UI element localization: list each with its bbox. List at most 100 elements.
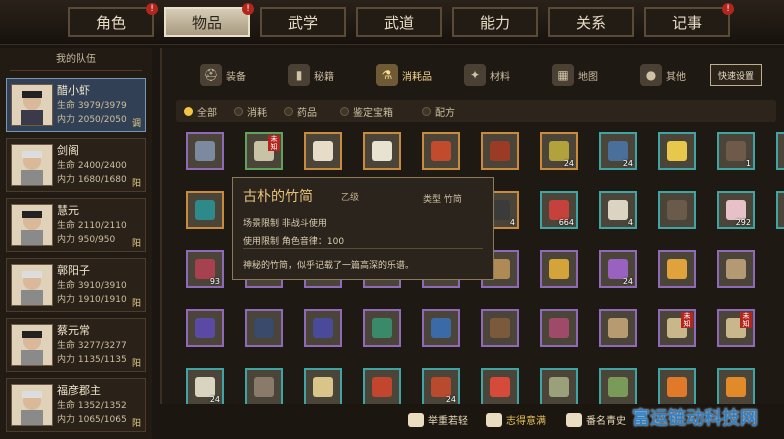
inventory-slot[interactable] <box>304 309 342 347</box>
inventory-slot[interactable] <box>245 309 283 347</box>
inventory-slot[interactable] <box>717 368 755 406</box>
inventory-slot[interactable]: 24 <box>540 132 578 170</box>
category-book[interactable]: ▮ 秘籍 <box>288 62 334 88</box>
item-icon <box>431 141 451 161</box>
tab-5[interactable]: 关系 <box>548 7 634 37</box>
buff-label: 番名青史 <box>586 416 626 427</box>
inventory-slot[interactable] <box>422 132 460 170</box>
inventory-slot[interactable] <box>481 368 519 406</box>
category-potion[interactable]: ⚗ 消耗品 <box>376 62 432 88</box>
party-member-card[interactable]: 慧元 生命 2110/2110 内力 950/950 阳 <box>6 198 146 252</box>
inventory-slot[interactable] <box>540 309 578 347</box>
filter-option[interactable]: 全部 <box>184 104 217 119</box>
notification-badge: ! <box>722 3 734 15</box>
quick-settings-button[interactable]: 快速设置 <box>710 64 762 86</box>
inventory-slot[interactable]: 24 <box>186 368 224 406</box>
party-panel: 我的队伍 醋小虾 生命 3979/3979 内力 2050/2050 调剑阁 生命 24… <box>0 48 152 439</box>
item-icon <box>549 259 569 279</box>
tab-0[interactable]: 角色! <box>68 3 158 37</box>
item-icon <box>195 200 215 220</box>
inventory-slot[interactable] <box>717 250 755 288</box>
category-orb[interactable]: ● 其他 <box>640 62 686 88</box>
inventory-slot[interactable] <box>245 368 283 406</box>
inventory-slot[interactable] <box>186 132 224 170</box>
inventory-slot[interactable] <box>304 132 342 170</box>
inventory-slot[interactable] <box>599 309 637 347</box>
inventory-slot[interactable] <box>658 132 696 170</box>
party-member-card[interactable]: 福彦郡主 生命 1352/1352 内力 1065/1065 阳 <box>6 378 146 432</box>
inventory-slot[interactable]: 未知 <box>245 132 283 170</box>
item-count: 292 <box>735 218 751 227</box>
party-member-card[interactable]: 鄣阳子 生命 3910/3910 内力 1910/1910 阳 <box>6 258 146 312</box>
inventory-slot[interactable]: 24 <box>599 132 637 170</box>
inventory-slot[interactable]: 24 <box>776 191 784 229</box>
item-icon <box>726 200 746 220</box>
party-member-card[interactable]: 剑阁 生命 2400/2400 内力 1680/1680 阳 <box>6 138 146 192</box>
tab-6[interactable]: 记事! <box>644 3 734 37</box>
status-tag: 阳 <box>131 299 141 309</box>
tab-2[interactable]: 武学 <box>260 7 346 37</box>
mp-text: 内力 1910/1910 <box>57 295 127 305</box>
character-portrait <box>11 324 53 366</box>
tooltip-title: 古朴的竹简 <box>243 189 313 205</box>
item-icon <box>608 259 628 279</box>
inventory-slot[interactable] <box>363 368 401 406</box>
inventory-slot[interactable]: 未知 <box>658 309 696 347</box>
helmet-icon: ⛑ <box>200 64 222 86</box>
inventory-slot[interactable]: 292 <box>717 191 755 229</box>
inventory-slot[interactable] <box>186 191 224 229</box>
inventory-slot[interactable] <box>540 368 578 406</box>
category-label: 其他 <box>666 71 686 83</box>
orb-icon: ● <box>640 64 662 86</box>
watermark-text: 富运链动科技网 <box>632 408 758 429</box>
item-icon <box>313 141 333 161</box>
inventory-slot[interactable] <box>363 309 401 347</box>
inventory-slot[interactable]: 1 <box>717 132 755 170</box>
scroll-icon <box>566 412 582 427</box>
inventory-slot[interactable] <box>776 132 784 170</box>
filter-option[interactable]: 消耗 <box>234 104 267 119</box>
item-icon <box>195 377 215 397</box>
inventory-slot[interactable] <box>481 309 519 347</box>
party-member-card[interactable]: 醋小虾 生命 3979/3979 内力 2050/2050 调 <box>6 78 146 132</box>
inventory-slot[interactable]: 4 <box>599 191 637 229</box>
item-icon <box>372 141 392 161</box>
inventory-slot[interactable] <box>599 368 637 406</box>
inventory-slot[interactable] <box>186 309 224 347</box>
inventory-slot[interactable] <box>422 309 460 347</box>
filter-option[interactable]: 药品 <box>284 104 317 119</box>
filter-option[interactable]: 鉴定宝箱 <box>340 104 393 119</box>
inventory-slot[interactable] <box>540 250 578 288</box>
filter-option[interactable]: 配方 <box>422 104 455 119</box>
inventory-slot[interactable] <box>658 368 696 406</box>
item-icon <box>431 377 451 397</box>
tab-4[interactable]: 能力 <box>452 7 538 37</box>
tab-1[interactable]: 物品! <box>164 3 254 37</box>
tab-label: 记事 <box>671 13 702 32</box>
inventory-slot[interactable] <box>481 132 519 170</box>
item-icon <box>490 141 510 161</box>
map-icon: ▦ <box>552 64 574 86</box>
tab-3[interactable]: 武道 <box>356 7 442 37</box>
category-helmet[interactable]: ⛑ 装备 <box>200 62 246 88</box>
inventory-slot[interactable] <box>658 250 696 288</box>
inventory-slot[interactable]: 93 <box>186 250 224 288</box>
character-name: 剑阁 <box>57 144 79 157</box>
tab-label: 武学 <box>287 13 318 32</box>
inventory-slot[interactable] <box>304 368 342 406</box>
book-icon: ▮ <box>288 64 310 86</box>
inventory-slot[interactable]: 24 <box>422 368 460 406</box>
radio-dot <box>284 107 293 116</box>
notification-badge: ! <box>146 3 158 15</box>
category-materials[interactable]: ✦ 材料 <box>464 62 510 88</box>
inventory-slot[interactable]: 24 <box>599 250 637 288</box>
character-portrait <box>11 84 53 126</box>
inventory-slot[interactable] <box>363 132 401 170</box>
inventory-slot[interactable] <box>658 191 696 229</box>
item-icon <box>667 259 687 279</box>
inventory-slot[interactable]: 664 <box>540 191 578 229</box>
inventory-slot[interactable]: 未知 <box>717 309 755 347</box>
party-member-card[interactable]: 蔡元常 生命 3277/3277 内力 1135/1135 阳 <box>6 318 146 372</box>
category-map[interactable]: ▦ 地图 <box>552 62 598 88</box>
radio-dot <box>184 107 193 116</box>
